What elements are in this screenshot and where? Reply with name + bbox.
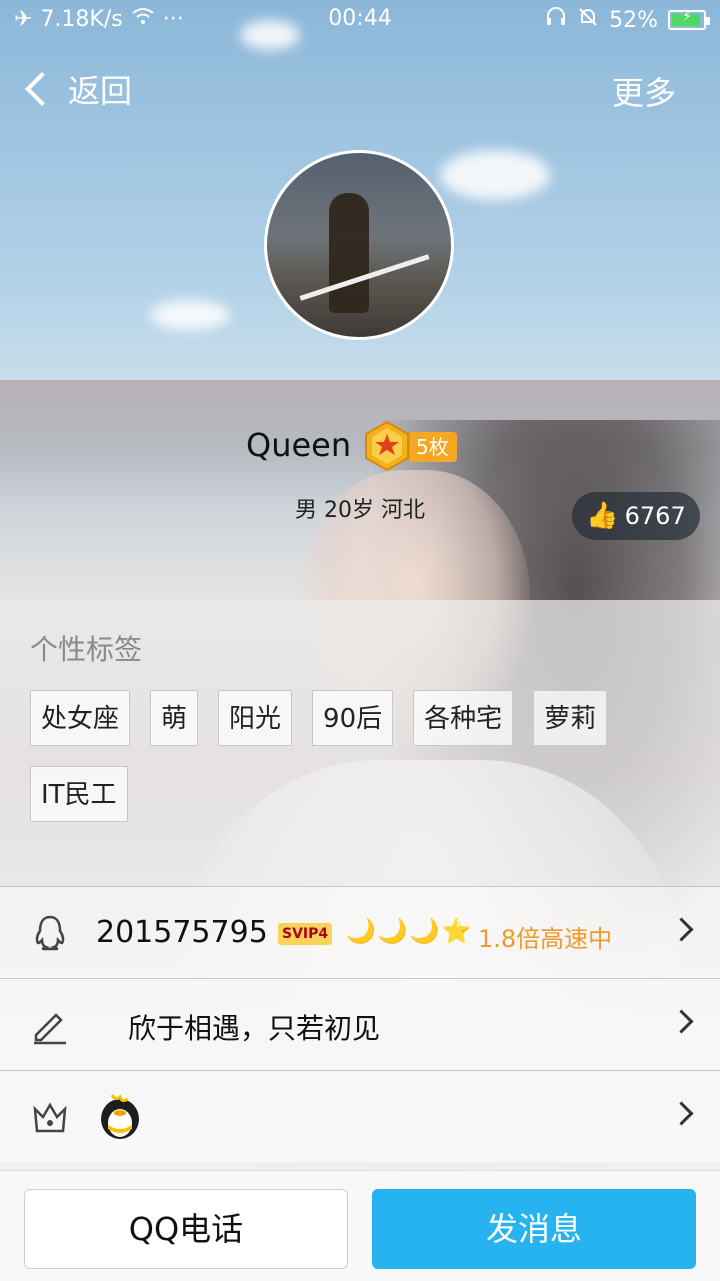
tag-item[interactable]: 90后: [312, 690, 394, 746]
back-button[interactable]: 返回: [22, 66, 132, 112]
more-button[interactable]: 更多: [612, 68, 676, 114]
tag-title: 个性标签: [30, 633, 143, 666]
profile-name: Queen: [246, 426, 352, 464]
back-chevron-icon: [25, 72, 59, 106]
signature-row[interactable]: 欣于相遇，只若初见: [0, 978, 720, 1070]
speed-text: 1.8倍高速中: [478, 925, 613, 953]
battery-percent: 52%: [609, 7, 658, 33]
battery-charging-icon: ⚡: [668, 9, 710, 30]
qq-penguin-outline-icon: [30, 913, 70, 953]
tag-item[interactable]: 处女座: [30, 690, 131, 746]
chevron-right-icon: [669, 1009, 694, 1034]
status-bar: ✈ 7.18K/s ··· 00:44 52% ⚡: [0, 0, 720, 40]
tag-panel: 个性标签 处女座 萌 阳光 90后 各种宅 萝莉 IT民工: [0, 600, 720, 886]
pencil-icon: [30, 1005, 70, 1045]
qq-number: 201575795: [96, 915, 268, 950]
medal-icon[interactable]: [364, 420, 410, 472]
headset-icon: [545, 6, 567, 34]
mute-bell-icon: [577, 6, 599, 34]
info-list: 201575795 SVIP4 🌙🌙🌙⭐ 1.8倍高速中 欣于相遇，只若初见: [0, 886, 720, 1162]
top-nav: 返回 更多: [0, 58, 720, 118]
send-message-button[interactable]: 发消息: [372, 1189, 696, 1269]
qq-call-button[interactable]: QQ电话: [24, 1189, 348, 1269]
signature-text: 欣于相遇，只若初见: [128, 1012, 381, 1045]
tag-item[interactable]: IT民工: [30, 766, 128, 822]
qq-penguin-icon: [98, 1091, 142, 1141]
chevron-right-icon: [669, 917, 694, 942]
tag-item[interactable]: 阳光: [218, 690, 293, 746]
tag-item[interactable]: 各种宅: [413, 690, 514, 746]
back-label: 返回: [68, 72, 133, 110]
avatar[interactable]: [264, 150, 454, 340]
tag-item[interactable]: 萝莉: [533, 690, 608, 746]
bottom-action-bar: QQ电话 发消息: [0, 1170, 720, 1281]
tag-item[interactable]: 萌: [150, 690, 199, 746]
tag-list: 处女座 萌 阳光 90后 各种宅 萝莉 IT民工: [30, 690, 710, 822]
thumbs-up-icon: 👍: [586, 501, 619, 531]
like-button[interactable]: 👍 6767: [572, 492, 700, 540]
level-icons: 🌙🌙🌙⭐: [346, 917, 474, 945]
svip-badge: SVIP4: [278, 923, 333, 945]
vip-row[interactable]: [0, 1070, 720, 1162]
chevron-right-icon: [669, 1101, 694, 1126]
qq-number-row[interactable]: 201575795 SVIP4 🌙🌙🌙⭐ 1.8倍高速中: [0, 886, 720, 978]
medal-count[interactable]: 5枚: [410, 432, 457, 462]
like-count: 6767: [624, 502, 686, 530]
crown-icon: [30, 1097, 70, 1137]
